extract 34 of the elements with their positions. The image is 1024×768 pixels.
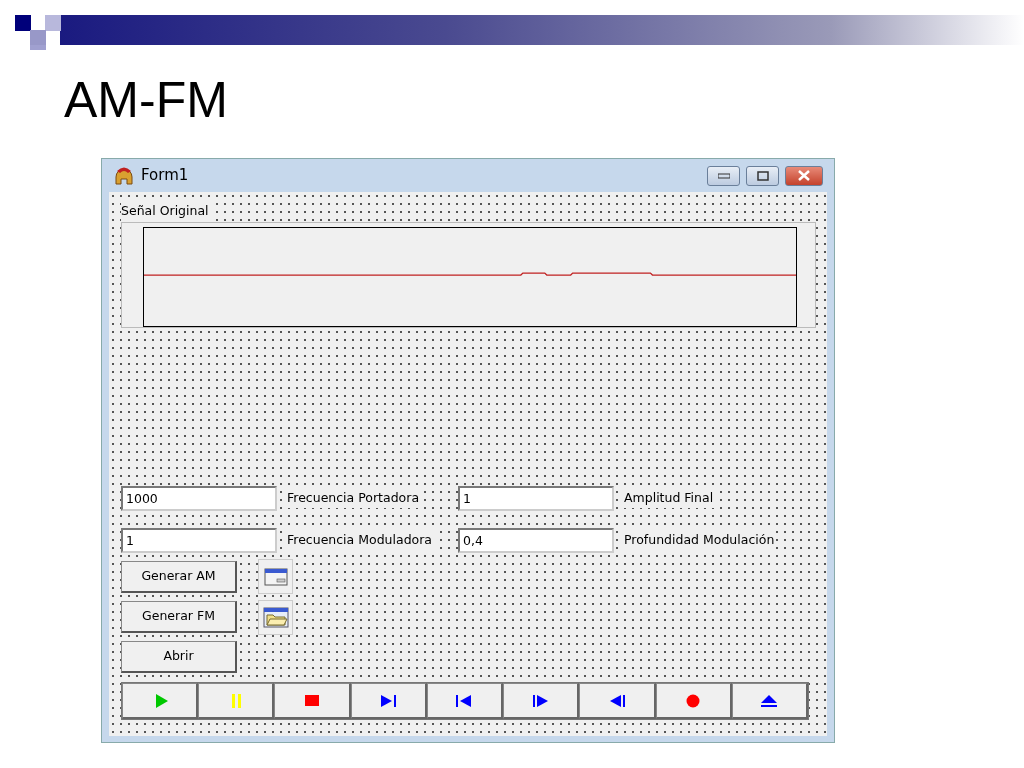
slide-title: AM-FM [64,71,229,130]
folder-icon [262,605,289,630]
media-button[interactable] [426,683,504,719]
caption-text: Frecuencia Portadora [287,489,422,508]
input-field[interactable]: 0,4 [458,528,614,553]
close-icon [798,170,810,181]
minimize-button[interactable] [707,165,740,186]
square-decoration [45,15,61,31]
panel-label: Señal Original [121,202,211,221]
action-button[interactable]: Generar AM [121,561,237,593]
input-field[interactable]: 1 [458,486,614,511]
toolbar-button[interactable] [258,559,293,594]
media-button[interactable] [198,683,275,719]
media-button[interactable] [731,683,808,719]
caption-text: Profundidad Modulación [624,531,777,550]
window-title: Form1 [141,165,189,187]
square-decoration [15,15,31,31]
input-field[interactable]: 1 [121,528,277,553]
caption-text: Amplitud Final [624,489,716,508]
media-button[interactable] [350,683,427,719]
media-button[interactable] [503,683,580,719]
action-button[interactable]: Abrir [121,641,237,673]
media-button[interactable] [122,683,199,719]
media-button[interactable] [274,683,351,719]
input-field[interactable]: 1000 [121,486,277,511]
toolbar-button[interactable] [258,600,293,635]
maximize-button[interactable] [746,165,779,186]
close-button[interactable] [785,165,823,186]
action-button[interactable]: Generar FM [121,601,237,633]
media-button[interactable] [579,683,656,719]
minimize-icon [717,172,730,179]
media-button[interactable] [655,683,732,719]
caption-text: Frecuencia Moduladora [287,531,435,550]
maximize-icon [756,170,769,181]
